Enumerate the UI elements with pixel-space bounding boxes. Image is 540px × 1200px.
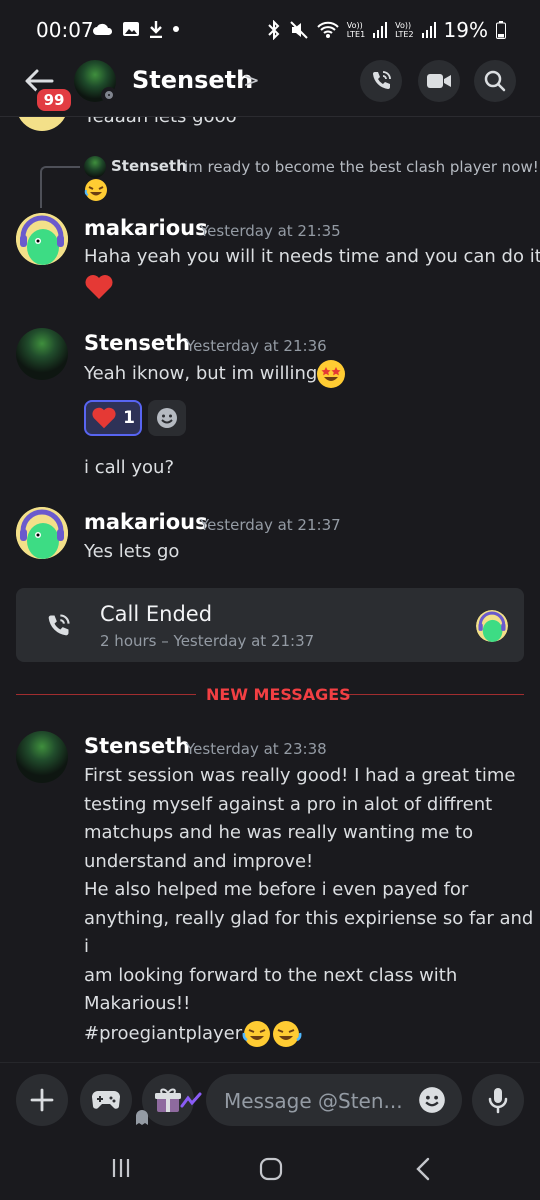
download-icon [150,21,162,38]
message-author[interactable]: makarious [84,510,208,534]
message-text: First session was really good! I had a g… [84,762,534,1049]
status-time: 00:07 [36,18,94,42]
microphone-icon [488,1088,508,1114]
heart-icon [92,407,116,429]
video-icon [427,74,451,88]
phone-call-icon [48,614,70,636]
message-author[interactable]: Stenseth [84,734,190,758]
message-line: anything, really glad for this expiriens… [84,907,534,958]
add-attachment-button[interactable] [16,1074,68,1126]
message-text: Haha yeah you will it needs time and you… [84,246,540,267]
message-line: testing myself against a pro in alot of … [84,793,493,815]
heart-emoji [84,273,114,305]
avatar[interactable] [16,328,68,380]
ghost-icon [136,1110,148,1125]
message-line: understand and improve! [84,850,314,872]
home-icon[interactable] [259,1157,283,1181]
activities-button[interactable] [80,1074,132,1126]
mute-icon [290,21,308,39]
message-author[interactable]: Stenseth [84,331,190,355]
reaction-count: 1 [123,408,135,428]
network-label-1: Vo)) LTE1 [346,21,366,39]
status-bar: 00:07 Vo)) LTE1 Vo)) LTE2 19% [0,0,540,60]
message-input[interactable] [222,1086,406,1116]
gift-icon [155,1088,181,1112]
message-input-wrapper [206,1074,462,1126]
message-line: matchups and he was really wanting me to [84,822,474,843]
message-line: Makarious!! [84,993,191,1014]
emoji-icon [157,408,177,428]
wifi-icon [317,21,339,38]
message-text: i call you? [84,457,174,478]
message-line: am looking forward to the next class wit… [84,964,458,986]
unread-badge: 99 [34,86,74,114]
channel-title[interactable]: Stenseth [132,66,253,94]
message-text: Yeah iknow, but im willing [84,360,346,389]
system-navigation-bar [0,1140,540,1199]
message-timestamp: Yesterday at 21:37 [200,516,341,534]
recent-apps-icon[interactable] [110,1157,132,1179]
message-timestamp: Yesterday at 23:38 [186,740,327,758]
message-author[interactable]: makarious [84,216,208,240]
add-reaction-button[interactable] [148,400,186,436]
message-line: He also helped me before i even payed fo… [84,879,469,900]
call-title: Call Ended [100,602,213,626]
message-line: First session was really good! I had a g… [84,765,516,786]
hashtag-text: #proegiantplayer [84,1022,243,1044]
emoji-icon [419,1087,445,1113]
laughing-emoji [84,178,108,206]
laughing-emoji [242,1020,302,1047]
plus-icon [30,1088,54,1112]
avatar [476,610,508,642]
dot-icon [173,26,179,32]
bluetooth-icon [268,20,280,40]
cloud-icon [93,23,113,35]
network-label-2: Vo)) LTE2 [395,21,414,39]
voice-message-button[interactable] [472,1074,524,1126]
gamepad-icon [92,1091,120,1109]
divider-line-left [16,694,196,695]
avatar[interactable] [16,507,68,559]
message-timestamp: Yesterday at 21:35 [200,222,341,240]
message-text: Yes lets go [84,541,180,562]
message-timestamp: Yesterday at 21:36 [186,337,327,355]
back-nav-icon[interactable] [414,1157,432,1181]
offline-status-indicator [101,87,117,103]
heart-reaction[interactable]: 1 [84,400,142,436]
emoji-picker-button[interactable] [418,1086,446,1118]
sparkle-icon [180,1092,202,1108]
new-messages-label: NEW MESSAGES [206,685,351,704]
search-icon [484,70,506,92]
chevron-right-icon[interactable]: > [243,68,260,92]
reply-text[interactable]: im ready to become the best clash player… [184,158,539,176]
reply-author[interactable]: Stenseth [111,157,187,175]
status-left-icons [92,20,180,38]
avatar[interactable] [16,731,68,783]
avatar [84,156,106,178]
call-ended-card[interactable]: Call Ended 2 hours – Yesterday at 21:37 [16,588,524,662]
status-right-icons: Vo)) LTE1 Vo)) LTE2 19% [267,18,506,42]
message-text: Yeaaah lets gooo [84,117,237,132]
voice-call-button[interactable] [360,60,402,102]
video-call-button[interactable] [418,60,460,102]
battery-icon [496,21,506,39]
reply-spine [40,166,80,208]
star-struck-emoji [317,360,346,388]
avatar[interactable] [16,117,68,131]
image-icon [123,22,139,36]
signal-icon [373,22,388,38]
message-line-hashtag: #proegiantplayer [84,1019,534,1049]
message-text-part: Yeah iknow, but im willing [84,363,318,384]
avatar[interactable] [16,213,68,265]
call-icon [373,71,391,89]
divider-line-right [344,694,524,695]
signal-icon-2 [421,22,436,38]
battery-percent: 19% [443,18,488,42]
call-subtitle: 2 hours – Yesterday at 21:37 [100,632,315,650]
search-button[interactable] [474,60,516,102]
